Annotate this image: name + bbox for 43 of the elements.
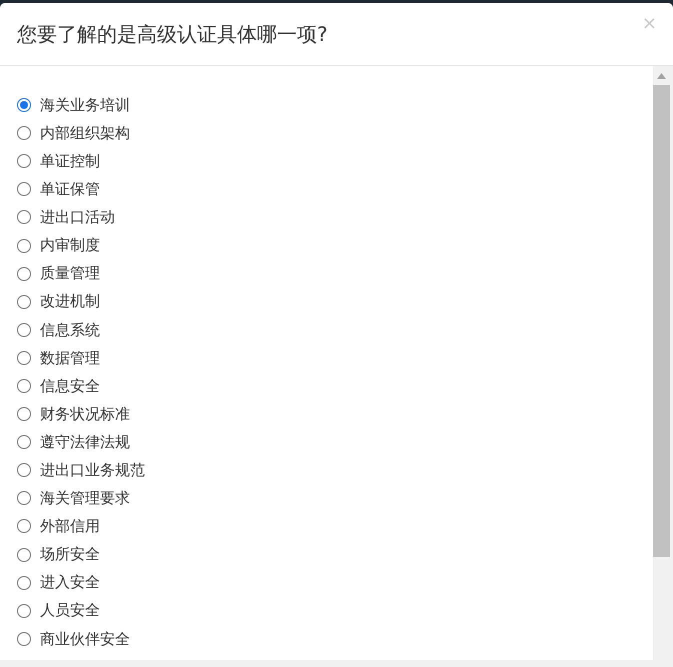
radio-button[interactable] — [17, 98, 31, 112]
option-label: 海关业务培训 — [40, 94, 130, 116]
option-label: 信息安全 — [40, 376, 100, 397]
option-label: 质量管理 — [40, 263, 100, 284]
option-label: 遵守法律法规 — [40, 432, 130, 453]
option-label: 进出口业务规范 — [40, 460, 145, 482]
radio-button[interactable] — [17, 266, 31, 281]
radio-button[interactable] — [17, 548, 31, 562]
option-label: 内部组织架构 — [40, 122, 130, 144]
radio-button[interactable] — [17, 632, 31, 646]
option-label: 商业伙伴安全 — [40, 628, 130, 650]
option-label: 改进机制 — [40, 291, 100, 312]
radio-button[interactable] — [17, 463, 31, 478]
option-label: 内审制度 — [40, 235, 100, 256]
radio-button[interactable] — [17, 604, 31, 618]
radio-button[interactable] — [17, 294, 31, 309]
radio-button[interactable] — [17, 491, 31, 506]
option-label: 海关管理要求 — [40, 488, 130, 510]
option-label: 场所安全 — [40, 544, 100, 566]
scrollbar-thumb[interactable] — [653, 85, 670, 557]
option-label: 信息系统 — [40, 320, 100, 341]
option-label: 单证保管 — [40, 179, 100, 200]
radio-button[interactable] — [17, 519, 31, 534]
radio-button[interactable] — [17, 182, 31, 196]
radio-button[interactable] — [17, 407, 31, 422]
radio-button[interactable] — [17, 435, 31, 450]
dialog-title: 您要了解的是高级认证具体哪一项? — [17, 21, 328, 48]
option-label: 人员安全 — [40, 600, 100, 622]
radio-button[interactable] — [17, 154, 31, 168]
option-label: 进出口活动 — [40, 207, 115, 228]
radio-button[interactable] — [17, 210, 31, 224]
radio-button[interactable] — [17, 322, 31, 337]
option-label: 单证控制 — [40, 150, 100, 172]
radio-button[interactable] — [17, 238, 31, 253]
option-label: 数据管理 — [40, 348, 100, 369]
radio-button[interactable] — [17, 378, 31, 393]
option-label: 外部信用 — [40, 516, 100, 538]
option-label: 财务状况标准 — [40, 404, 130, 425]
close-button[interactable]: × — [642, 15, 657, 33]
radio-button[interactable] — [17, 350, 31, 365]
option-label: 进入安全 — [40, 572, 100, 594]
radio-button[interactable] — [17, 126, 31, 140]
radio-button[interactable] — [17, 576, 31, 590]
